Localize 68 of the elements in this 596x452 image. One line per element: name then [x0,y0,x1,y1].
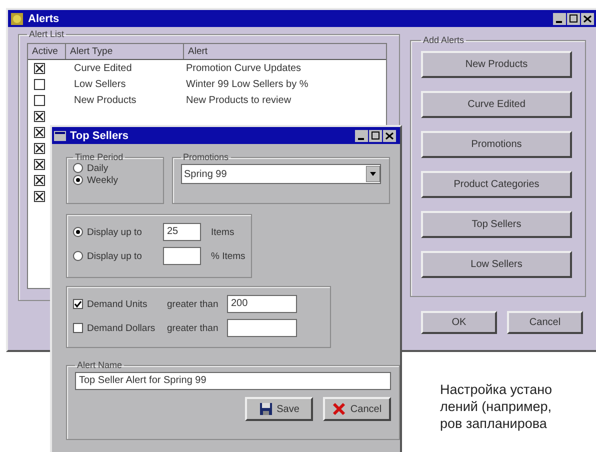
table-cell-text: Curve Edited [73,62,133,74]
close-icon[interactable] [383,130,396,142]
option-label: Display up to [87,250,143,262]
table-cell-text: New Products to review [185,94,292,106]
group-label: Alert List [28,29,66,39]
input-field[interactable] [163,247,201,265]
window-icon [54,130,66,140]
add-alert-button[interactable]: Top Sellers [421,211,572,238]
checkbox[interactable] [73,323,83,333]
checkbox[interactable] [34,190,45,202]
input-field[interactable]: 200 [227,295,297,313]
checkbox[interactable] [34,62,45,74]
app-icon [10,12,24,26]
column-header[interactable]: Active [28,44,66,59]
add-alert-button[interactable]: Product Categories [421,171,572,198]
radio-button[interactable] [73,251,83,261]
input-field[interactable] [227,319,297,337]
close-icon[interactable] [581,12,594,24]
dialog-button[interactable]: Save [245,397,313,421]
unit-label: Items [211,226,234,238]
input-field[interactable]: 25 [163,223,201,241]
checkbox[interactable] [34,158,45,170]
checkbox[interactable] [34,110,45,122]
dialog-button[interactable]: OK [421,311,497,334]
table-cell-text: New Products [73,94,138,106]
checkbox[interactable] [34,126,45,138]
dialog-button[interactable]: Cancel [507,311,583,334]
column-header[interactable]: Alert Type [66,44,184,59]
maximize-icon[interactable] [369,130,382,142]
dialog-button[interactable]: Cancel [323,397,391,421]
radio-button[interactable] [73,163,83,173]
table-cell-text: Winter 99 Low Sellers by % [185,78,308,90]
checkbox[interactable] [34,94,45,106]
group-label: Promotions [182,152,230,162]
cross-icon [332,402,346,416]
option-label: Demand Units [87,298,148,310]
add-alert-button[interactable]: Low Sellers [421,251,572,278]
group-label: Alert Name [76,360,124,370]
checkbox[interactable] [34,142,45,154]
option-label: Display up to [87,226,143,238]
checkbox[interactable] [73,299,83,309]
window-title: Alerts [28,12,60,24]
add-alert-button[interactable]: Curve Edited [421,91,572,118]
add-alert-button[interactable]: Promotions [421,131,572,158]
promotions-dropdown[interactable]: Spring 99 [181,164,381,184]
dropdown-arrow-icon[interactable] [366,166,380,182]
caption-text: Настройка устано лений (например, ров запланирова [440,381,552,432]
group-label: Time Period [74,152,124,162]
option-label: Demand Dollars [87,322,156,334]
radio-button[interactable] [73,227,83,237]
unit-label: % Items [211,250,246,262]
alert-name-field[interactable]: Top Seller Alert for Spring 99 [75,372,391,390]
radio-button[interactable] [73,175,83,185]
checkbox[interactable] [34,78,45,90]
window-title: Top Sellers [70,130,128,142]
option-label: Daily [87,162,108,174]
group-label: Add Alerts [422,35,466,45]
minimize-icon[interactable] [553,12,566,24]
column-header[interactable]: Alert [184,44,386,59]
add-alert-button[interactable]: New Products [421,51,572,78]
table-cell-text: Promotion Curve Updates [185,62,302,74]
comparison-label: greater than [167,322,220,334]
comparison-label: greater than [167,298,220,310]
checkbox[interactable] [34,174,45,186]
maximize-icon[interactable] [567,12,580,24]
minimize-icon[interactable] [355,130,368,142]
table-cell-text: Low Sellers [73,78,127,90]
option-label: Weekly [87,174,118,186]
